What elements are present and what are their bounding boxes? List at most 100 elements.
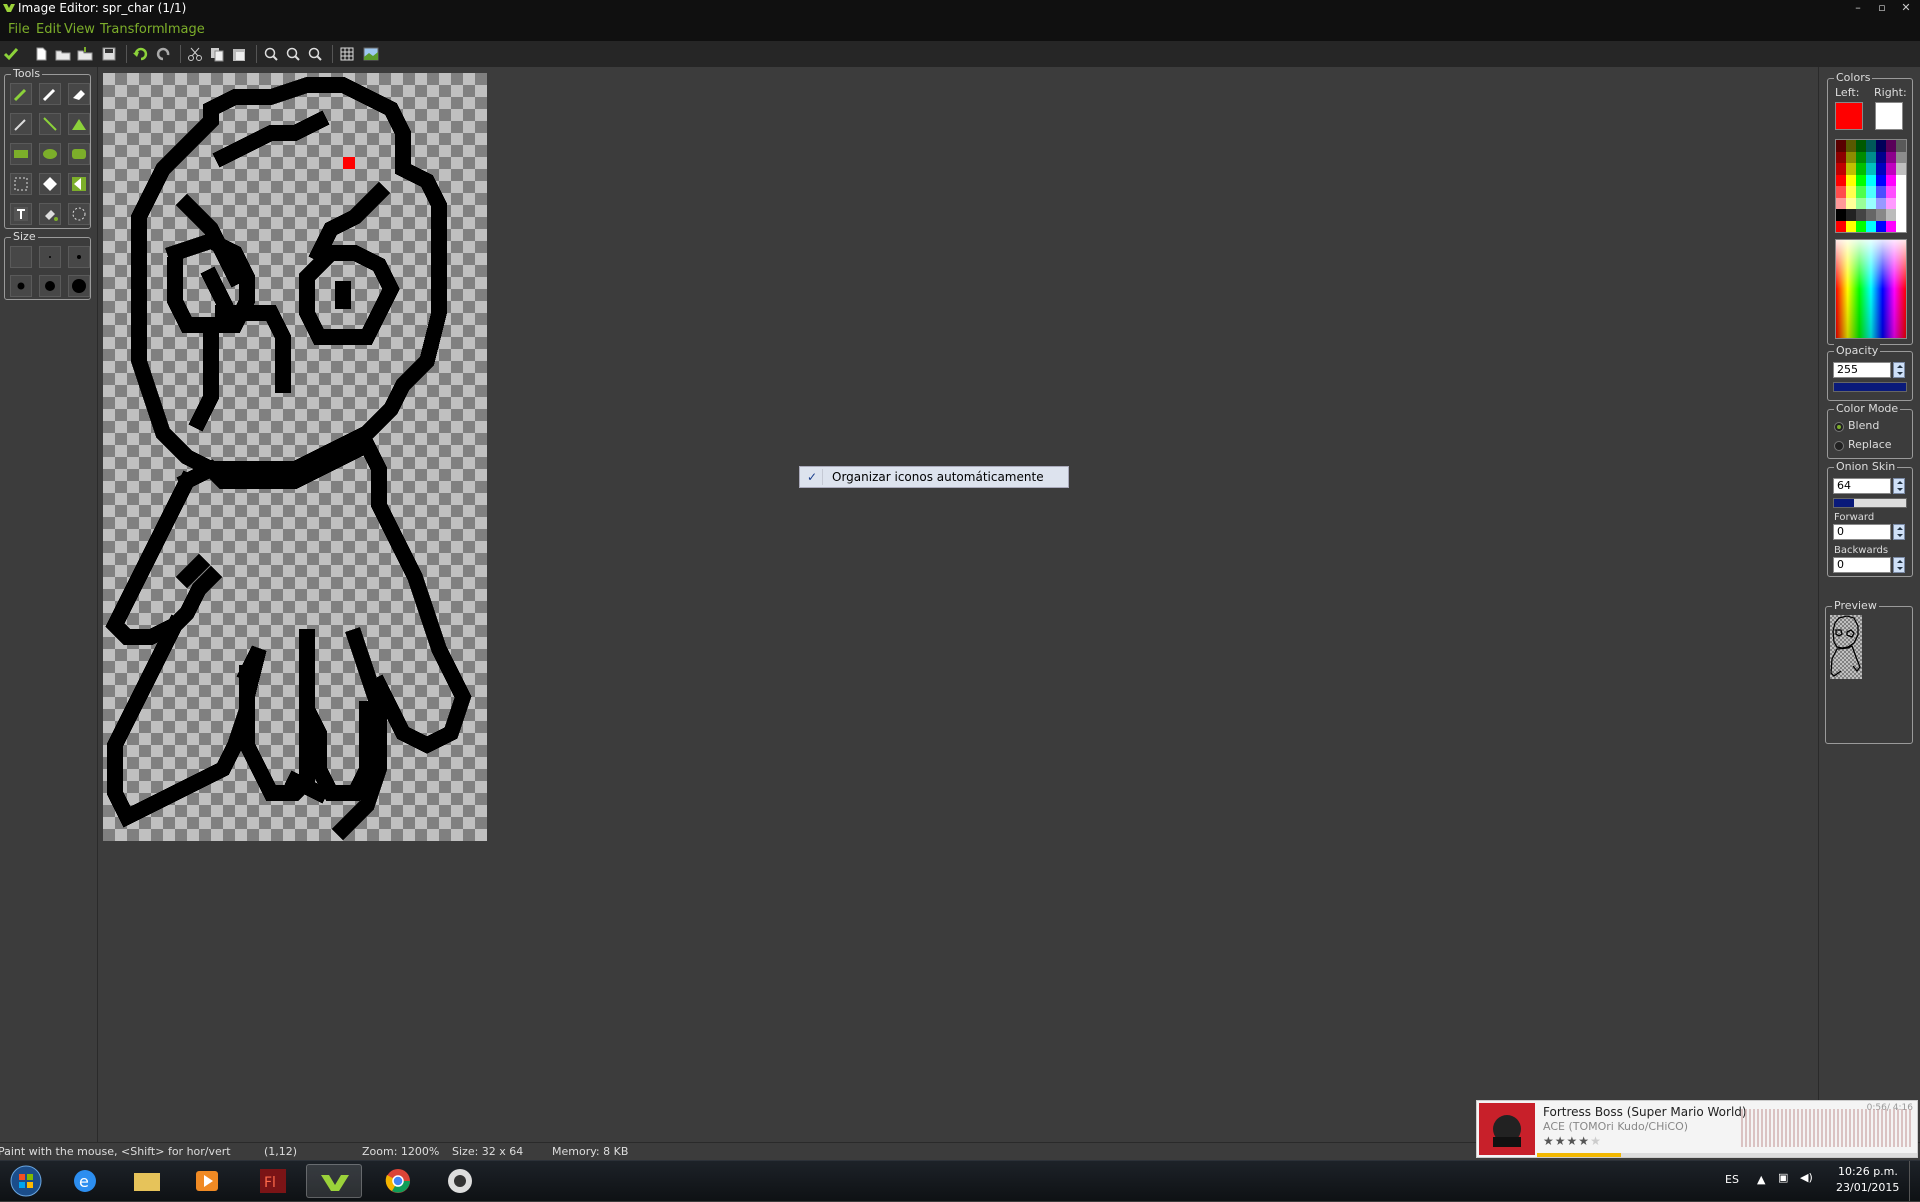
ellipse-tool[interactable]	[39, 143, 61, 165]
rating-star-icon[interactable]: ★	[1555, 1134, 1567, 1148]
opacity-spinner[interactable]	[1893, 362, 1905, 378]
language-indicator[interactable]: ES	[1725, 1173, 1739, 1186]
palette-swatch[interactable]	[1896, 209, 1906, 221]
palette-swatch[interactable]	[1886, 209, 1896, 221]
palette-swatch[interactable]	[1866, 209, 1876, 221]
taskbar-gamemaker[interactable]	[306, 1164, 362, 1198]
save-button[interactable]	[100, 45, 118, 63]
close-button[interactable]: ✕	[1894, 0, 1918, 16]
taskbar-explorer[interactable]	[124, 1164, 170, 1198]
start-button[interactable]	[2, 1164, 50, 1198]
size-2[interactable]	[39, 246, 61, 268]
context-menu-item[interactable]: ✓ Organizar iconos automáticamente	[799, 466, 1069, 488]
pencil-tool[interactable]	[10, 83, 32, 105]
onion-spinner[interactable]	[1893, 478, 1905, 494]
eraser-tool[interactable]	[68, 83, 90, 105]
fill-tool[interactable]	[39, 203, 61, 225]
palette-swatch[interactable]	[1856, 140, 1866, 152]
palette-swatch[interactable]	[1846, 197, 1856, 209]
cut-button[interactable]	[186, 45, 204, 63]
rating-star-icon[interactable]: ★	[1567, 1134, 1579, 1148]
spray-tool[interactable]	[39, 83, 61, 105]
palette-swatch[interactable]	[1836, 174, 1846, 186]
zoom-in-button[interactable]	[306, 45, 324, 63]
palette-swatch[interactable]	[1896, 163, 1906, 175]
open-button[interactable]	[54, 45, 72, 63]
rating-star-icon[interactable]: ★	[1543, 1134, 1555, 1148]
zoom-reset-button[interactable]	[284, 45, 302, 63]
palette-swatch[interactable]	[1876, 140, 1886, 152]
forward-input[interactable]: 0	[1833, 524, 1891, 540]
palette-swatch[interactable]	[1886, 220, 1896, 232]
volume-icon[interactable]: ◀)	[1800, 1171, 1813, 1184]
right-color-swatch[interactable]	[1875, 102, 1903, 130]
change-color-tool[interactable]	[68, 203, 90, 225]
paste-button[interactable]	[230, 45, 248, 63]
palette-swatch[interactable]	[1896, 186, 1906, 198]
palette-swatch[interactable]	[1896, 174, 1906, 186]
show-hidden-icons-icon[interactable]: ▲	[1757, 1173, 1765, 1186]
backwards-input[interactable]: 0	[1833, 557, 1891, 573]
palette-swatch[interactable]	[1886, 186, 1896, 198]
clock-time[interactable]: 10:26 p.m.	[1838, 1165, 1898, 1178]
palette-swatch[interactable]	[1886, 140, 1896, 152]
palette-swatch[interactable]	[1866, 186, 1876, 198]
taskbar-music-app[interactable]	[432, 1164, 488, 1198]
clock-date[interactable]: 23/01/2015	[1836, 1181, 1899, 1194]
palette-swatch[interactable]	[1886, 197, 1896, 209]
palette-swatch[interactable]	[1896, 220, 1906, 232]
menu-view[interactable]: View	[64, 22, 95, 37]
palette-swatch[interactable]	[1846, 140, 1856, 152]
opacity-slider[interactable]	[1833, 382, 1907, 392]
palette-swatch[interactable]	[1846, 174, 1856, 186]
palette-swatch[interactable]	[1856, 186, 1866, 198]
confirm-button[interactable]	[2, 45, 20, 63]
palette-swatch[interactable]	[1876, 209, 1886, 221]
palette-swatch[interactable]	[1836, 163, 1846, 175]
palette-swatch[interactable]	[1896, 140, 1906, 152]
palette-swatch[interactable]	[1856, 209, 1866, 221]
size-1[interactable]	[10, 246, 32, 268]
progress-track[interactable]	[1537, 1153, 1917, 1157]
select-region-tool[interactable]	[10, 173, 32, 195]
palette-swatch[interactable]	[1846, 151, 1856, 163]
taskbar-ie[interactable]: e	[62, 1164, 108, 1198]
menu-edit[interactable]: Edit	[36, 22, 61, 37]
palette-swatch[interactable]	[1866, 163, 1876, 175]
color-palette[interactable]	[1835, 139, 1907, 233]
import-button[interactable]	[76, 45, 94, 63]
palette-swatch[interactable]	[1836, 186, 1846, 198]
palette-swatch[interactable]	[1876, 220, 1886, 232]
palette-swatch[interactable]	[1846, 209, 1856, 221]
undo-button[interactable]	[132, 45, 150, 63]
palette-swatch[interactable]	[1856, 174, 1866, 186]
taskbar-media-player[interactable]	[184, 1164, 230, 1198]
palette-swatch[interactable]	[1886, 163, 1896, 175]
line-tool[interactable]	[39, 113, 61, 135]
spray-select-tool[interactable]	[68, 173, 90, 195]
magic-wand-tool[interactable]	[39, 173, 61, 195]
media-player-popup[interactable]: Fortress Boss (Super Mario World) ACE (T…	[1476, 1100, 1918, 1158]
size-5[interactable]	[39, 275, 61, 297]
palette-swatch[interactable]	[1896, 197, 1906, 209]
backwards-spinner[interactable]	[1893, 557, 1905, 573]
replace-radio[interactable]	[1834, 441, 1844, 451]
palette-swatch[interactable]	[1836, 151, 1846, 163]
forward-spinner[interactable]	[1893, 524, 1905, 540]
taskbar-flash[interactable]: Fl	[248, 1164, 300, 1198]
palette-swatch[interactable]	[1856, 151, 1866, 163]
palette-swatch[interactable]	[1836, 209, 1846, 221]
rounded-rect-tool[interactable]	[68, 143, 90, 165]
palette-swatch[interactable]	[1886, 174, 1896, 186]
palette-swatch[interactable]	[1896, 151, 1906, 163]
polygon-tool[interactable]	[68, 113, 90, 135]
track-rating[interactable]: ★★★★★	[1543, 1134, 1602, 1148]
image-settings-button[interactable]	[362, 45, 380, 63]
palette-swatch[interactable]	[1866, 220, 1876, 232]
palette-swatch[interactable]	[1876, 174, 1886, 186]
palette-swatch[interactable]	[1846, 186, 1856, 198]
palette-swatch[interactable]	[1866, 197, 1876, 209]
onion-slider[interactable]	[1833, 498, 1907, 508]
color-picker-tool[interactable]	[10, 113, 32, 135]
onion-input[interactable]: 64	[1833, 478, 1891, 494]
